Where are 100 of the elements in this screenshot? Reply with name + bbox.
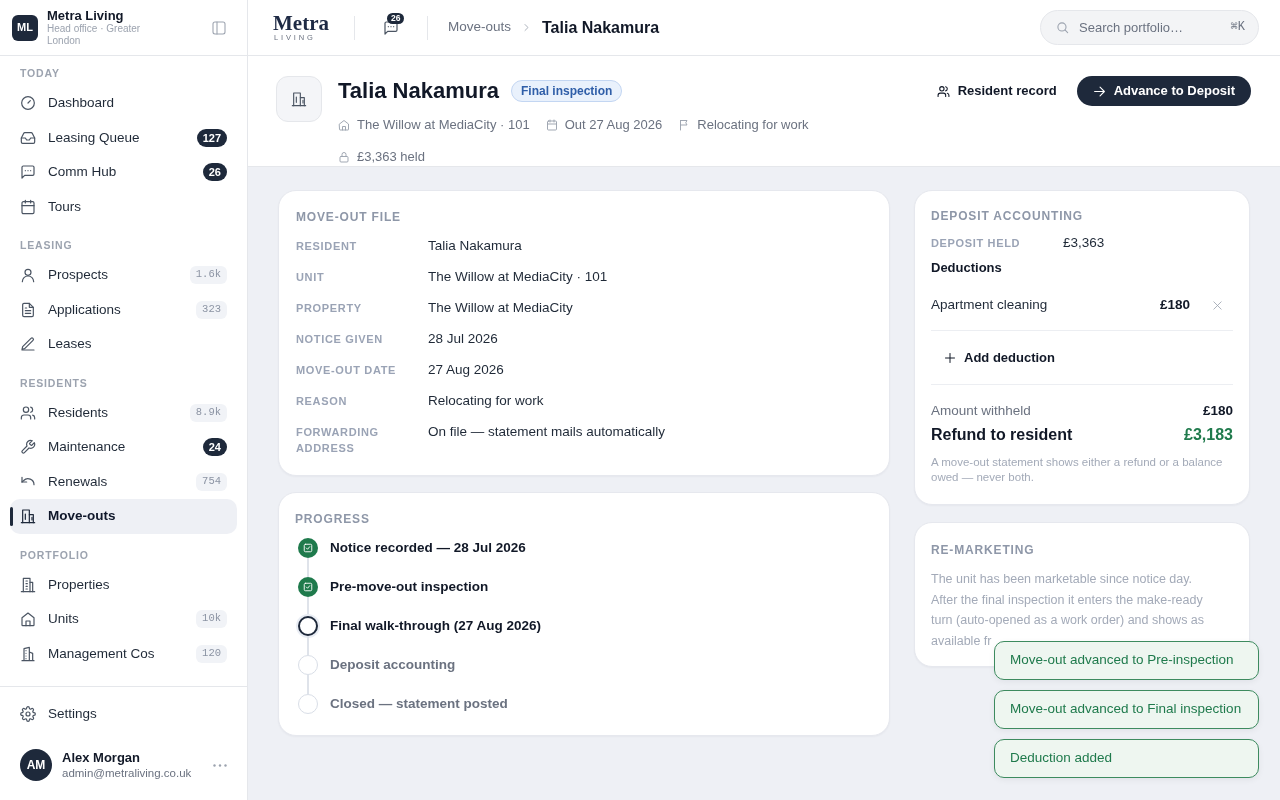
add-deduction-button[interactable]: Add deduction <box>931 341 1065 374</box>
field-value: 28 Jul 2026 <box>428 331 498 347</box>
gauge-icon <box>20 95 36 112</box>
chat-icon <box>20 164 36 181</box>
nav-item[interactable]: Tours <box>10 189 237 224</box>
count-badge: 8.9k <box>189 403 227 422</box>
step-label: Closed — statement posted <box>330 695 508 713</box>
step-label: Notice recorded — 28 Jul 2026 <box>330 539 526 557</box>
search-icon <box>1056 21 1069 34</box>
office-building-icon <box>20 576 36 593</box>
nav-item[interactable]: Units 10k <box>10 602 237 637</box>
building-icon <box>276 76 322 122</box>
user-icon <box>20 267 36 284</box>
meta-text: Out 27 Aug 2026 <box>564 116 663 135</box>
calendar-icon <box>20 198 36 215</box>
count-badge: 10k <box>196 610 227 629</box>
breadcrumb-current: Talia Nakamura <box>542 17 660 38</box>
user-avatar: AM <box>20 749 52 781</box>
section-label: RESIDENTS <box>20 375 88 390</box>
house-icon <box>338 119 350 131</box>
secondary-action-button[interactable]: Resident record <box>924 76 1069 106</box>
resident-name: Talia Nakamura <box>338 77 499 105</box>
card-title: PROGRESS <box>295 512 370 526</box>
deduction-label: Apartment cleaning <box>931 296 1048 315</box>
chevron-right-icon <box>522 23 531 32</box>
nav-item[interactable]: Residents 8.9k <box>10 395 237 430</box>
card-title: RE-MARKETING <box>931 543 1035 557</box>
user-name: Alex Morgan <box>62 749 140 766</box>
shortcut-hint: ⌘K <box>1230 19 1245 36</box>
count-badge: 120 <box>196 644 227 663</box>
settings-icon <box>20 706 36 723</box>
field-label: RESIDENT <box>296 239 357 254</box>
inbox-icon <box>20 129 36 146</box>
nav-item[interactable]: Move-outs <box>10 499 237 534</box>
status-badge: Final inspection <box>511 80 623 102</box>
field-label: DEPOSIT HELD <box>931 235 1022 251</box>
section-label: LEASING <box>20 238 73 252</box>
summary-value: £3,183 <box>1184 425 1233 445</box>
field-label: PROPERTY <box>296 301 362 316</box>
statement-note: A move-out statement shows either a refund or a balance owed — never both. <box>931 455 1224 485</box>
document-icon <box>20 301 36 318</box>
meta-text: The Willow at MediaCity · 101 <box>357 116 530 135</box>
more-icon <box>213 763 227 767</box>
breadcrumb-link[interactable]: Move-outs <box>447 17 511 38</box>
nav-item[interactable]: Comm Hub 26 <box>10 155 237 190</box>
nav-item[interactable]: Management Cos 120 <box>10 636 237 671</box>
field-value: Relocating for work <box>428 393 544 409</box>
meta-text: Relocating for work <box>697 116 809 135</box>
meta-text: £3,363 held <box>357 148 425 167</box>
card-title: MOVE-OUT FILE <box>296 210 401 224</box>
section-label: PORTFOLIO <box>20 547 89 562</box>
field-label: MOVE-OUT DATE <box>296 363 397 378</box>
deductions-heading: Deductions <box>931 259 1002 277</box>
lock-icon <box>338 151 350 163</box>
count-badge: 24 <box>202 438 227 457</box>
nav-item[interactable]: Applications 323 <box>10 292 237 327</box>
sidebar-toggle-button[interactable] <box>211 19 227 36</box>
pen-icon <box>20 336 36 353</box>
nav-item[interactable]: Properties <box>10 567 237 602</box>
building-icon <box>20 508 36 525</box>
toast-notification: Move-out advanced to Final inspection <box>994 690 1259 729</box>
count-badge: 1.6k <box>189 266 227 285</box>
count-badge: 127 <box>196 128 227 147</box>
card-title: DEPOSIT ACCOUNTING <box>931 209 1083 223</box>
summary-value: £180 <box>1202 401 1233 420</box>
nav-item[interactable]: Leases <box>10 327 237 362</box>
nav-item[interactable]: Renewals 754 <box>10 464 237 499</box>
nav-item[interactable]: Leasing Queue 127 <box>10 120 237 155</box>
brand-logo: ML <box>12 14 38 41</box>
nav-item[interactable]: Settings <box>10 697 237 732</box>
step-label: Deposit accounting <box>330 656 456 674</box>
step-label: Final walk-through (27 Aug 2026) <box>330 617 542 635</box>
nav-item[interactable]: Prospects 1.6k <box>10 258 237 293</box>
count-badge: 26 <box>202 163 227 182</box>
flag-icon <box>678 119 691 131</box>
arrow-right-icon <box>1092 84 1106 98</box>
buildings-icon <box>20 645 36 662</box>
count-badge: 323 <box>196 300 227 319</box>
step-label: Pre-move-out inspection <box>330 578 489 596</box>
re-marketing-text: The unit has been marketable since notice day. <box>931 571 1193 588</box>
house-icon <box>20 611 36 628</box>
chat-icon <box>382 19 399 36</box>
field-value: The Willow at MediaCity <box>428 300 573 316</box>
primary-action-button[interactable]: Advance to Deposit <box>1076 76 1251 106</box>
field-label: UNIT <box>296 270 325 285</box>
field-value: £3,363 <box>1063 233 1105 252</box>
nav-item[interactable]: Maintenance 24 <box>10 430 237 465</box>
unread-badge: 26 <box>386 12 405 24</box>
brand-subtitle: Head office · Greater London <box>47 23 142 47</box>
summary-label: Amount withheld <box>931 401 1031 420</box>
plus-icon <box>944 351 956 364</box>
nav-item[interactable]: Dashboard <box>10 86 237 121</box>
field-value: Talia Nakamura <box>428 238 522 254</box>
close-icon <box>1211 300 1223 311</box>
toast-notification: Deduction added <box>994 739 1259 778</box>
field-label: FORWARDING ADDRESS <box>296 425 380 456</box>
summary-label: Refund to resident <box>931 425 1073 445</box>
count-badge: 754 <box>196 472 227 491</box>
wrench-icon <box>20 439 36 456</box>
field-label: REASON <box>296 394 348 409</box>
